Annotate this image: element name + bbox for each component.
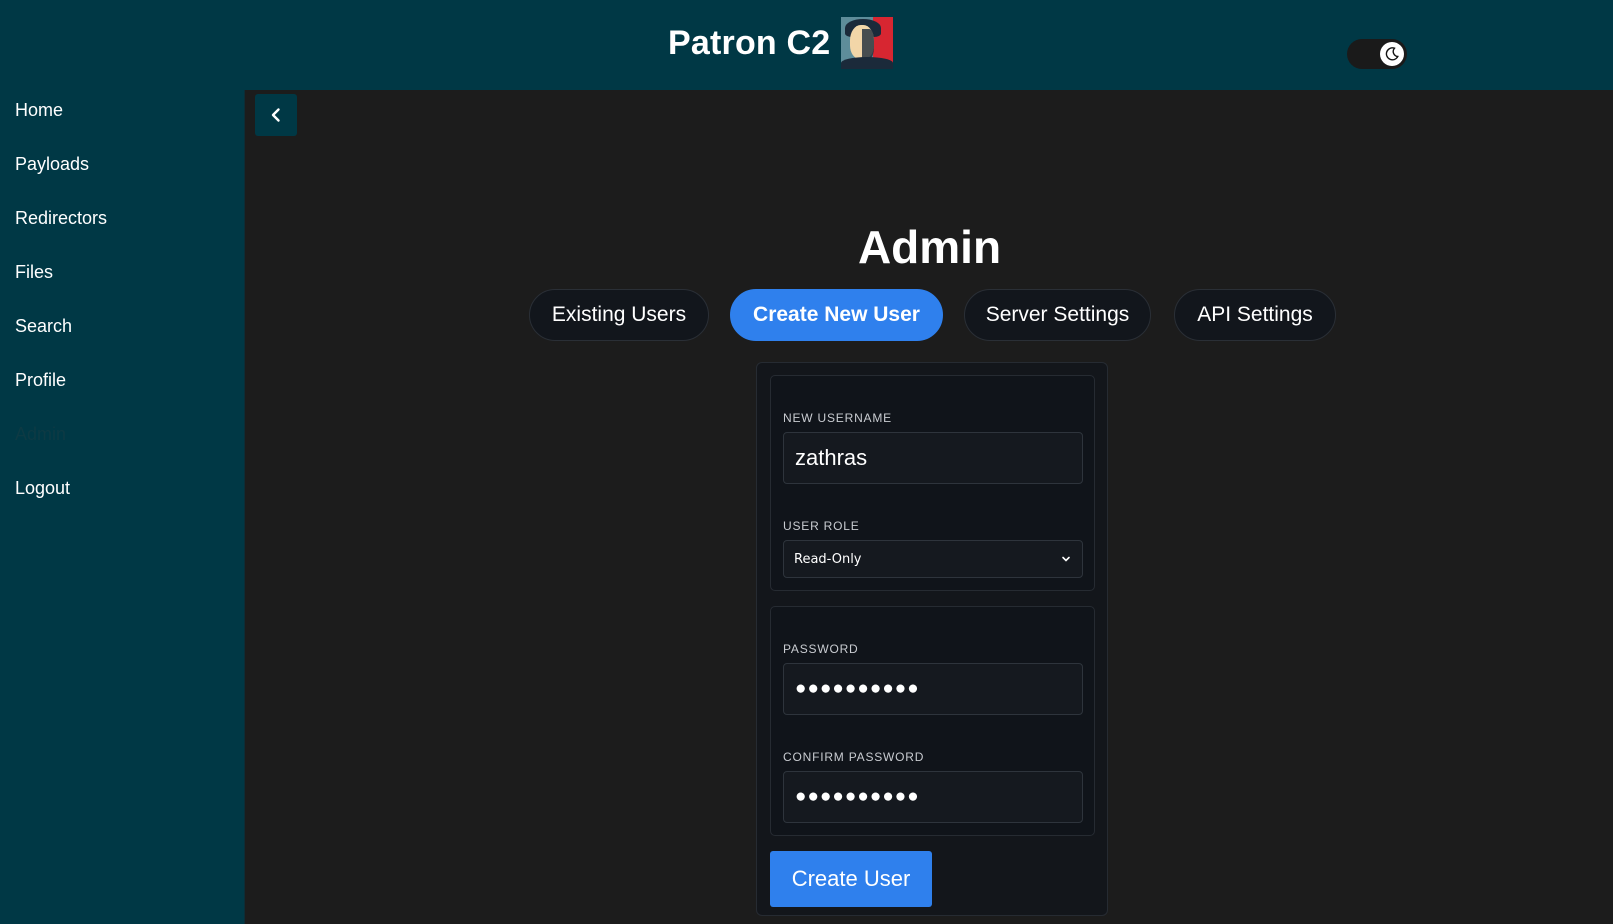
tab-create-new-user[interactable]: Create New User (730, 289, 943, 341)
create-user-button[interactable]: Create User (770, 851, 932, 907)
sidebar-item-logout[interactable]: Logout (15, 478, 70, 499)
sidebar-item-files[interactable]: Files (15, 262, 53, 283)
password-section: PASSWORD ●●●●●●●●●● CONFIRM PASSWORD ●●●… (770, 606, 1095, 836)
top-header: Patron C2 (0, 0, 1613, 90)
sidebar-item-payloads[interactable]: Payloads (15, 154, 89, 175)
patron-portrait-logo (841, 17, 894, 69)
role-select-value: Read-Only (794, 551, 862, 567)
app-title: Patron C2 (668, 23, 831, 62)
username-label: NEW USERNAME (783, 411, 892, 425)
sidebar-item-search[interactable]: Search (15, 316, 72, 337)
username-input[interactable]: zathras (783, 432, 1083, 484)
chevron-left-icon (271, 108, 280, 122)
sidebar-item-profile[interactable]: Profile (15, 370, 66, 391)
confirm-password-label: CONFIRM PASSWORD (783, 750, 925, 764)
confirm-password-input[interactable]: ●●●●●●●●●● (783, 771, 1083, 823)
sidebar-item-redirectors[interactable]: Redirectors (15, 208, 107, 229)
theme-toggle[interactable] (1347, 39, 1407, 69)
tab-api-settings[interactable]: API Settings (1174, 289, 1336, 341)
sidebar: Home Payloads Redirectors Files Search P… (0, 90, 245, 924)
create-user-form: NEW USERNAME zathras USER ROLE Read-Only… (756, 362, 1108, 916)
page-title: Admin (857, 221, 1002, 273)
chevron-down-icon (1062, 556, 1070, 562)
brand[interactable]: Patron C2 (668, 17, 894, 69)
tab-existing-users[interactable]: Existing Users (529, 289, 709, 341)
password-input[interactable]: ●●●●●●●●●● (783, 663, 1083, 715)
password-label: PASSWORD (783, 642, 859, 656)
moon-icon (1380, 42, 1404, 66)
main-content: Admin Existing Users Create New User Ser… (245, 90, 1613, 924)
sidebar-item-home[interactable]: Home (15, 100, 63, 121)
role-label: USER ROLE (783, 519, 860, 533)
collapse-sidebar-button[interactable] (255, 94, 297, 136)
role-select[interactable]: Read-Only (783, 540, 1083, 578)
sidebar-item-admin[interactable]: Admin (15, 424, 66, 445)
user-details-section: NEW USERNAME zathras USER ROLE Read-Only (770, 375, 1095, 591)
tab-server-settings[interactable]: Server Settings (964, 289, 1151, 341)
